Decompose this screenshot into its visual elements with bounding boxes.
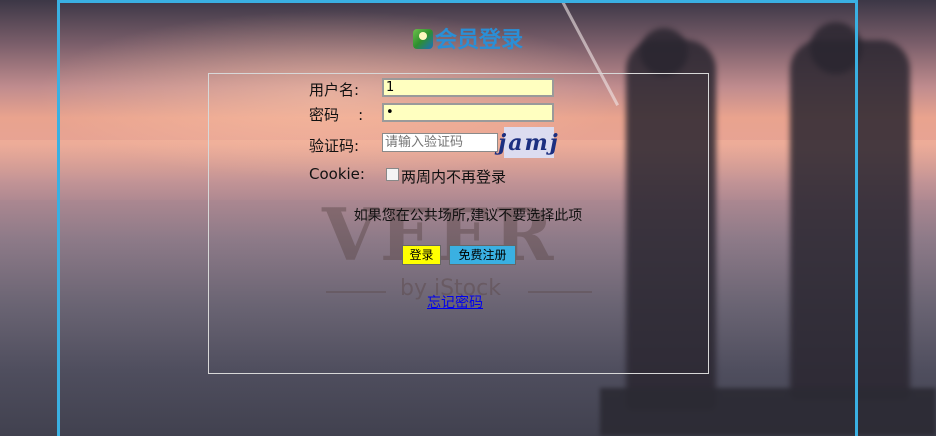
security-hint: 如果您在公共场所,建议不要选择此项 bbox=[353, 208, 583, 224]
captcha-image[interactable]: jamj bbox=[498, 127, 558, 158]
page-title: 会员登录 bbox=[0, 22, 936, 54]
member-icon bbox=[412, 29, 433, 49]
captcha-label: 验证码: bbox=[309, 137, 360, 155]
forgot-password-link[interactable]: 忘记密码 bbox=[427, 292, 483, 312]
register-button[interactable]: 免费注册 bbox=[449, 245, 516, 265]
cookie-label: Cookie: bbox=[309, 165, 365, 183]
page-title-text: 会员登录 bbox=[434, 28, 523, 53]
password-label: 密码 : bbox=[309, 106, 364, 124]
username-label: 用户名: bbox=[309, 81, 360, 99]
captcha-input[interactable] bbox=[382, 133, 498, 152]
login-button[interactable]: 登录 bbox=[402, 245, 441, 265]
username-input[interactable] bbox=[382, 78, 554, 97]
remember-label: 两周内不再登录 bbox=[401, 168, 507, 186]
password-input[interactable] bbox=[382, 103, 554, 122]
remember-checkbox[interactable] bbox=[386, 168, 399, 181]
